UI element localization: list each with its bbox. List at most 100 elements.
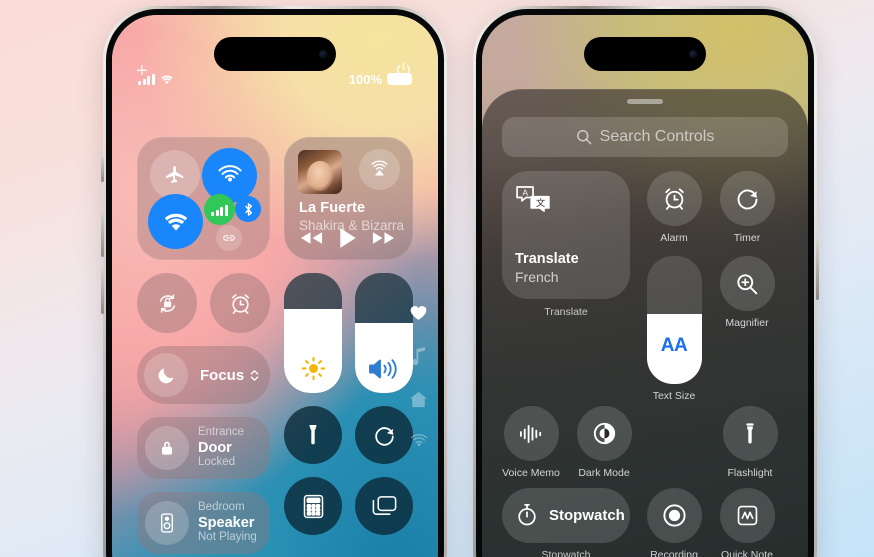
vpn-link-icon[interactable]	[216, 225, 242, 251]
search-placeholder: Search Controls	[599, 128, 715, 145]
sheet-grabber[interactable]	[627, 99, 663, 104]
control-label: Text Size	[652, 390, 696, 403]
music-note-icon[interactable]	[411, 347, 427, 365]
focus-label: Focus	[200, 366, 245, 384]
control-magnifier[interactable]: Magnifier	[718, 256, 776, 329]
svg-text:文: 文	[536, 197, 546, 208]
text-size-slider[interactable]: AA Text Size	[645, 256, 703, 402]
wifi-icon	[160, 74, 174, 85]
control-label: Voice Memo	[502, 467, 560, 480]
cc-left-column: Focus Entrance Door Locked Bedroom Speak…	[137, 273, 270, 554]
control-dark-mode[interactable]: Dark Mode	[575, 406, 633, 479]
cc-dark-button-row-2	[284, 477, 413, 535]
cc-dark-button-row-1	[284, 406, 413, 464]
alarm-clock-icon	[646, 171, 702, 226]
cc-right-column	[284, 273, 413, 554]
volume-slider[interactable]	[355, 273, 413, 393]
home-icon[interactable]	[409, 391, 428, 408]
speaker-icon	[145, 501, 189, 545]
translate-bubbles-icon: A 文	[515, 184, 617, 214]
connectivity-icon[interactable]	[410, 434, 428, 450]
wifi-icon[interactable]	[148, 194, 203, 249]
right-phone-device: Search Controls A 文 Translate French Tra…	[473, 6, 819, 557]
control-label: Timer	[733, 232, 761, 244]
media-player-module[interactable]: La Fuerte Shakira & Bizarra	[284, 137, 413, 260]
controls-row-a: A 文 Translate French Translate Alarm AA …	[502, 171, 788, 402]
airdrop-icon[interactable]	[202, 148, 257, 203]
control-flashlight[interactable]: Flashlight	[721, 406, 779, 479]
accessory-room: Bedroom	[198, 501, 245, 514]
controls-row-b: Voice Memo Dark Mode Flashlight	[502, 406, 788, 479]
translate-tile[interactable]: A 文 Translate French Translate	[502, 171, 630, 318]
media-title: La Fuerte	[299, 200, 366, 216]
control-label: Magnifier	[725, 317, 769, 330]
rewind-icon[interactable]	[299, 230, 324, 246]
accessory-door[interactable]: Entrance Door Locked	[137, 417, 270, 479]
side-power-button[interactable]	[816, 238, 819, 300]
focus-button[interactable]: Focus	[137, 346, 270, 404]
control-quick-note[interactable]: Quick Note	[718, 487, 776, 557]
media-transport-controls	[299, 227, 396, 249]
accessory-state: Not Playing	[198, 531, 257, 544]
controls-row-c: Stopwatch Stopwatch Recording Quick Note	[502, 487, 788, 557]
mute-button[interactable]	[101, 156, 104, 182]
page-indicator-rail	[409, 305, 428, 450]
volume-down-button[interactable]	[101, 268, 104, 314]
controls-grid: A 文 Translate French Translate Alarm AA …	[482, 157, 808, 557]
search-controls-field[interactable]: Search Controls	[502, 117, 788, 157]
left-phone-screen: + 100% La Fuerte Shakira & Bizarra Focus…	[112, 15, 438, 557]
control-label: Alarm	[660, 232, 688, 244]
timer-icon[interactable]	[355, 406, 413, 464]
alarm-clock-icon[interactable]	[210, 273, 270, 333]
control-stopwatch[interactable]: Stopwatch Stopwatch	[502, 487, 630, 557]
cc-row-top: La Fuerte Shakira & Bizarra	[137, 137, 413, 260]
stopwatch-title: Stopwatch	[549, 506, 625, 524]
timer-icon	[719, 171, 775, 226]
cc-round-button-row	[137, 273, 270, 333]
accessory-state: Locked	[198, 456, 236, 469]
cc-slider-row	[284, 273, 413, 393]
volume-slider-fill	[355, 323, 413, 393]
accessory-room: Entrance	[198, 426, 245, 439]
control-alarm[interactable]: Alarm	[645, 171, 703, 244]
calculator-icon[interactable]	[284, 477, 342, 535]
connectivity-module	[137, 137, 270, 260]
quick-note-icon	[719, 487, 775, 543]
control-label: Dark Mode	[578, 467, 630, 480]
fast-forward-icon[interactable]	[371, 230, 396, 246]
flashlight-icon[interactable]	[284, 406, 342, 464]
control-label: Quick Note	[721, 548, 773, 557]
dynamic-island	[584, 37, 706, 71]
cc-row-main: Focus Entrance Door Locked Bedroom Speak…	[137, 273, 413, 554]
waveform-icon	[503, 406, 559, 462]
controls-gallery-sheet: Search Controls A 文 Translate French Tra…	[482, 89, 808, 557]
control-label: Recording	[650, 548, 698, 557]
airplane-icon[interactable]	[150, 150, 200, 200]
translate-subtitle: French	[515, 269, 559, 285]
volume-up-button[interactable]	[101, 211, 104, 257]
accessory-name: Speaker	[198, 514, 255, 531]
battery-full-icon	[387, 73, 412, 85]
album-artwork	[298, 150, 342, 194]
cellular-icon[interactable]	[204, 194, 235, 225]
lock-icon	[145, 426, 189, 470]
screen-mirroring-icon[interactable]	[355, 477, 413, 535]
battery-percent-label: 100%	[348, 71, 382, 87]
sun-icon	[284, 355, 342, 382]
control-timer[interactable]: Timer	[718, 171, 776, 244]
airplay-audio-icon[interactable]	[359, 149, 400, 190]
translate-title: Translate	[515, 251, 579, 267]
accessory-name: Door	[198, 439, 232, 456]
accessory-speaker[interactable]: Bedroom Speaker Not Playing	[137, 492, 270, 554]
rotation-lock-icon[interactable]	[137, 273, 197, 333]
controls-col-alarm-textsize: Alarm AA Text Size	[645, 171, 703, 402]
play-icon[interactable]	[339, 227, 357, 249]
bluetooth-icon[interactable]	[235, 196, 261, 222]
moon-icon	[144, 353, 188, 397]
control-recording[interactable]: Recording	[645, 487, 703, 557]
brightness-slider[interactable]	[284, 273, 342, 393]
control-voice-memo[interactable]: Voice Memo	[502, 406, 560, 479]
heart-icon[interactable]	[410, 305, 427, 321]
right-phone-screen: Search Controls A 文 Translate French Tra…	[482, 15, 808, 557]
svg-text:A: A	[522, 187, 528, 197]
